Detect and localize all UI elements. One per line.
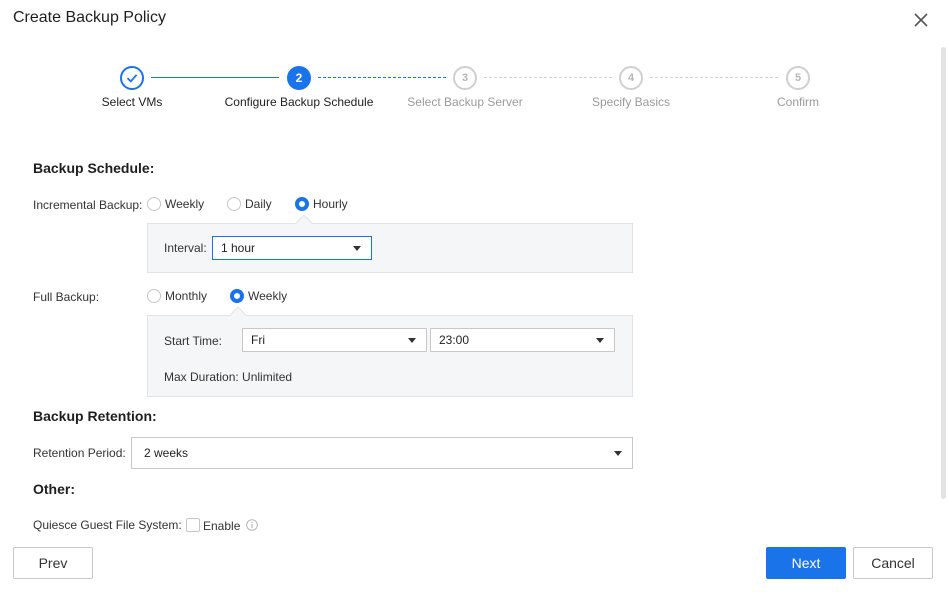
dialog-title: Create Backup Policy [13,9,166,26]
step-connector-3-4 [484,77,612,78]
info-icon[interactable] [246,519,258,531]
radio-label: Weekly [248,289,288,303]
radio-label: Daily [245,197,272,211]
max-duration-text: Max Duration: Unlimited [164,370,293,384]
chevron-down-icon [596,338,604,343]
retention-period-value: 2 weeks [144,446,189,460]
start-time-select[interactable]: 23:00 [430,328,615,352]
full-backup-label: Full Backup: [33,290,100,304]
step-3-label: Select Backup Server [407,95,523,109]
chevron-down-icon [408,338,416,343]
prev-button[interactable]: Prev [13,547,93,579]
step-5-label: Confirm [776,95,819,109]
step-1-label: Select VMs [101,95,163,109]
start-time-label: Start Time: [164,334,223,348]
start-day-select[interactable]: Fri [242,328,427,352]
incremental-daily-radio[interactable]: Daily [227,197,272,211]
interval-value: 1 hour [221,241,256,255]
step-4-number: 4 [619,66,643,90]
radio-dot [295,197,309,211]
full-weekly-radio[interactable]: Weekly [230,289,287,303]
panel-pointer [295,214,313,232]
step-4-label: Specify Basics [591,95,671,109]
enable-checkbox[interactable] [186,518,200,532]
full-backup-panel: Start Time: Fri 23:00 Max Duration: Unli… [147,306,633,397]
incremental-hourly-radio[interactable]: Hourly [295,197,348,211]
panel-pointer [229,306,247,324]
interval-label: Interval: [164,241,207,255]
step-3-number: 3 [453,66,477,90]
step-2-label: Configure Backup Schedule [224,95,374,109]
radio-label: Weekly [165,197,205,211]
radio-dot [227,197,241,211]
interval-select[interactable]: 1 hour [212,236,372,260]
quiesce-label: Quiesce Guest File System: [33,518,182,532]
backup-schedule-title: Backup Schedule: [33,160,155,176]
radio-dot [230,289,244,303]
radio-dot [147,289,161,303]
other-title: Other: [33,481,75,497]
start-time-value: 23:00 [439,333,470,347]
next-button[interactable]: Next [766,547,846,579]
incremental-backup-label: Incremental Backup: [33,198,143,212]
enable-label[interactable]: Enable [203,519,240,533]
step-connector-1-2 [151,77,279,78]
cancel-button[interactable]: Cancel [853,547,933,579]
close-icon[interactable] [911,10,931,30]
step-connector-4-5 [650,77,778,78]
radio-label: Hourly [313,197,348,211]
step-connector-2-3 [318,77,446,78]
step-1-check-icon [120,66,144,90]
incremental-weekly-radio[interactable]: Weekly [147,197,204,211]
step-5-number: 5 [786,66,810,90]
chevron-down-icon [353,246,361,251]
step-2-number: 2 [287,66,311,90]
create-backup-policy-dialog: Create Backup Policy Select VMs 2 Config… [0,0,949,592]
start-day-value: Fri [251,333,265,347]
chevron-down-icon [614,451,622,456]
retention-period-select[interactable]: 2 weeks [131,437,633,469]
interval-panel: Interval: 1 hour [147,214,633,273]
retention-period-label: Retention Period: [33,446,126,460]
full-monthly-radio[interactable]: Monthly [147,289,207,303]
radio-dot [147,197,161,211]
stepper: Select VMs 2 Configure Backup Schedule 3… [0,64,949,120]
radio-label: Monthly [165,289,208,303]
backup-retention-title: Backup Retention: [33,408,157,424]
